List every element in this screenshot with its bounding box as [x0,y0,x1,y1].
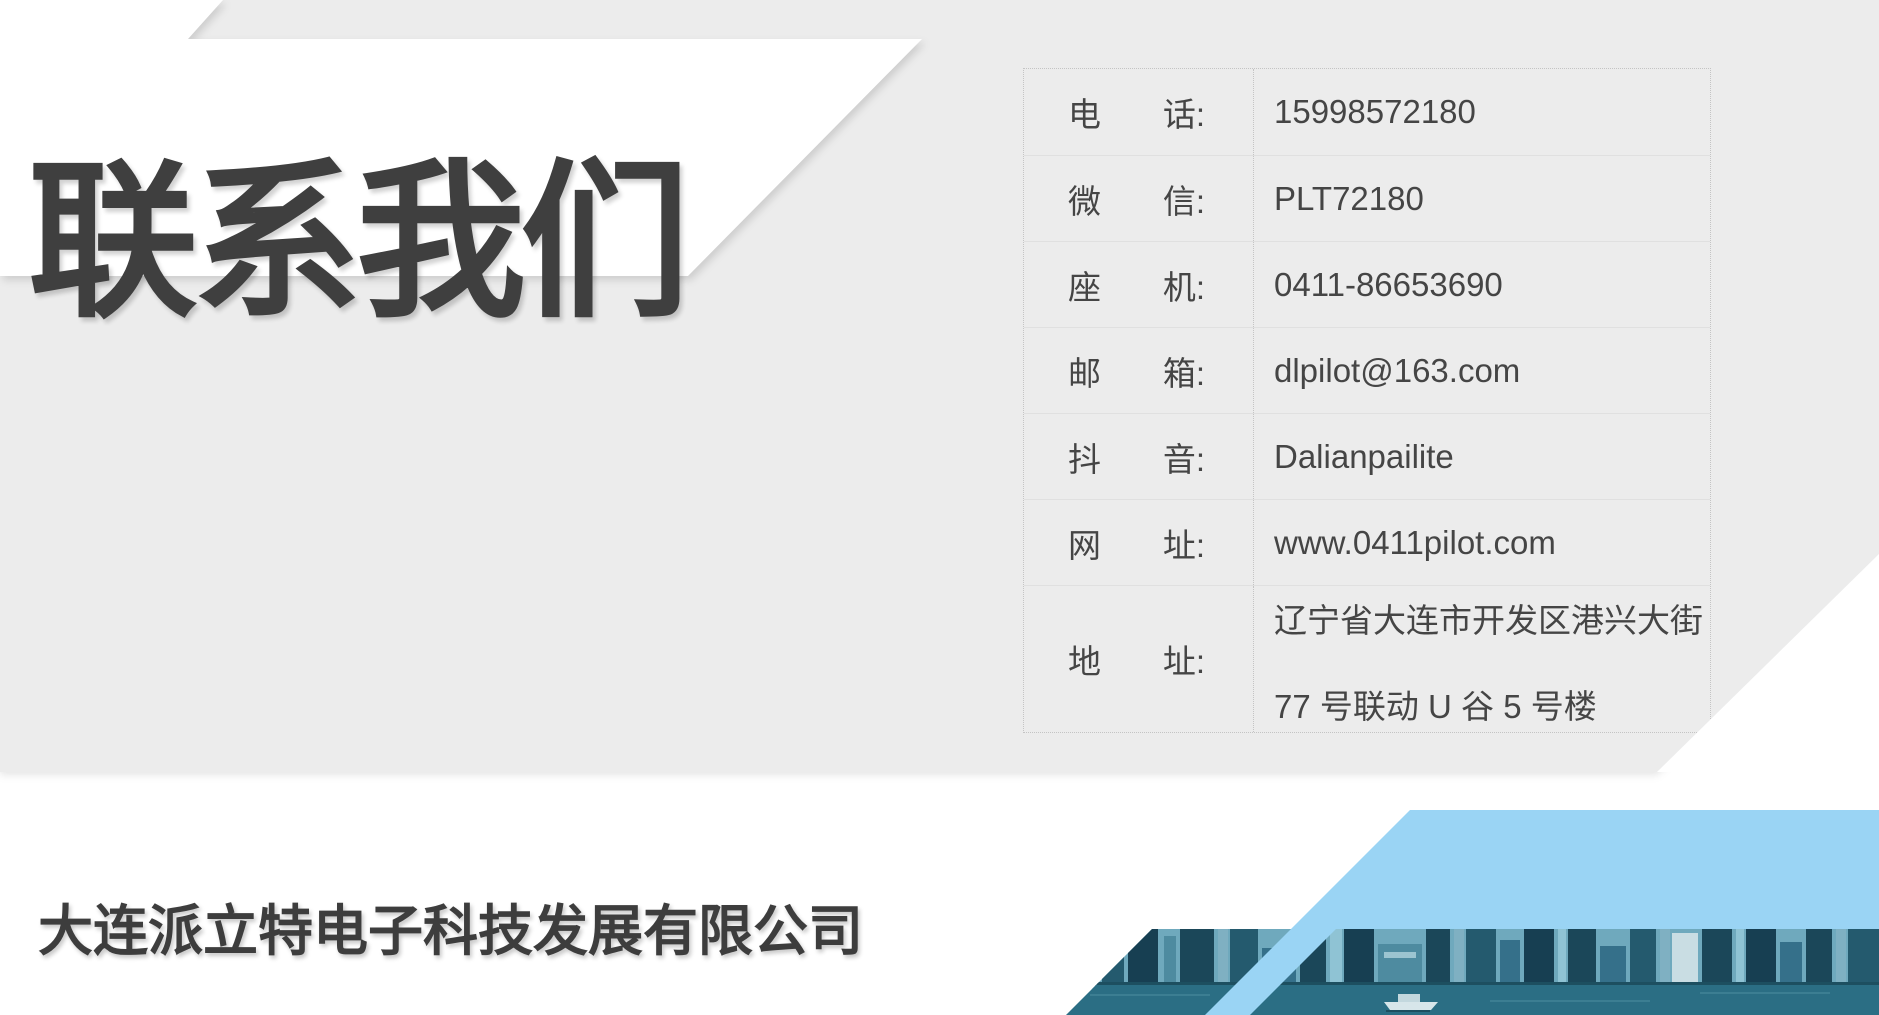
bottom-right-graphics [0,0,1879,1015]
company-name: 大连派立特电子科技发展有限公司 [38,886,863,966]
city-skyline-image [1060,929,1879,1015]
contact-slide: 联系我们 电 话: 15998572180 微 信: PLT72180 座 [0,0,1879,1015]
